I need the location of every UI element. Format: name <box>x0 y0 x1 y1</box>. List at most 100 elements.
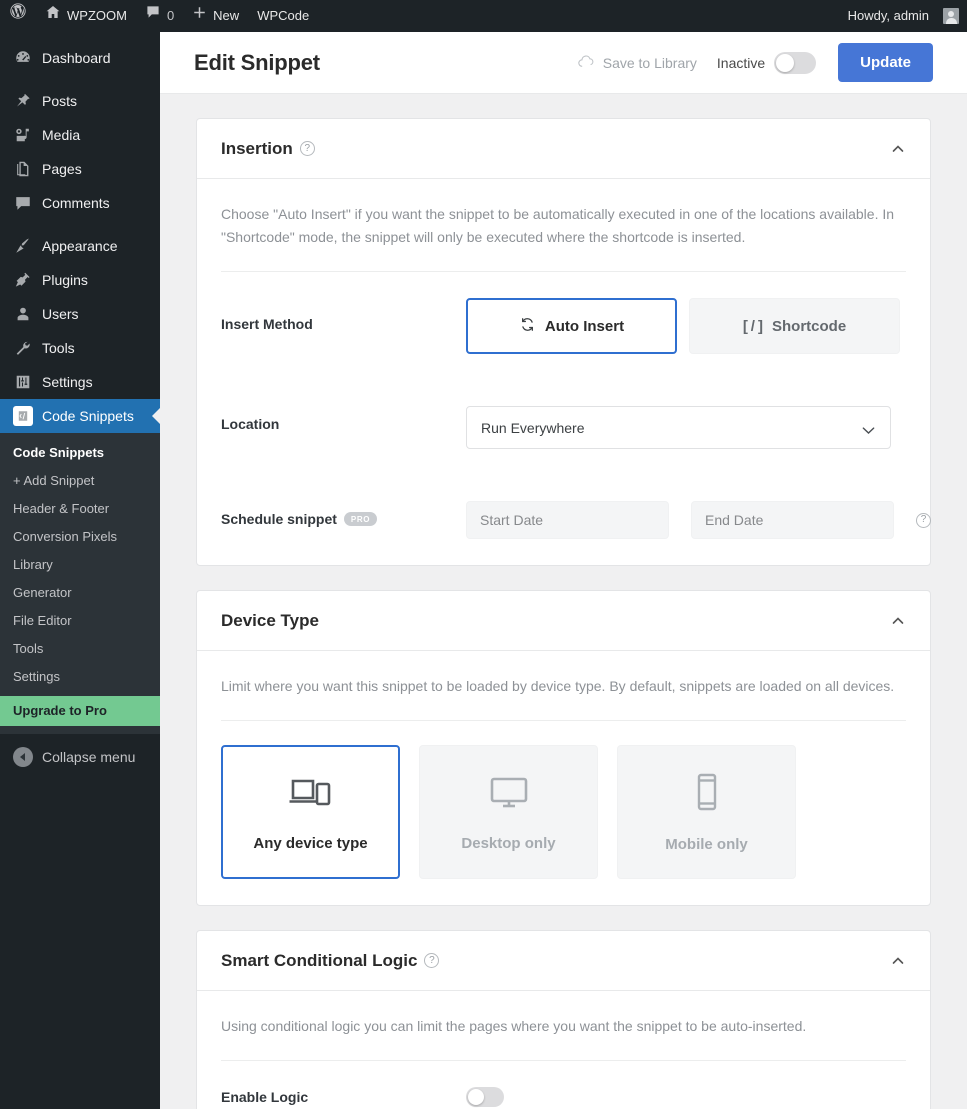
account-menu[interactable]: Howdy, admin <box>839 0 967 32</box>
enable-logic-toggle[interactable] <box>466 1087 504 1108</box>
location-selected-value: Run Everywhere <box>481 419 585 436</box>
plug-icon <box>13 270 33 290</box>
auto-insert-label: Auto Insert <box>544 317 625 335</box>
submenu-item-add-snippet[interactable]: + Add Snippet <box>0 467 160 495</box>
device-option-label: Any device type <box>253 835 368 853</box>
save-to-library-button[interactable]: Save to Library <box>578 55 697 71</box>
device-option-any[interactable]: Any device type <box>221 745 400 880</box>
sidebar-item-comments[interactable]: Comments <box>0 186 160 220</box>
end-date-input[interactable] <box>691 501 894 540</box>
page-title: Edit Snippet <box>194 49 320 75</box>
sidebar-item-users[interactable]: Users <box>0 297 160 331</box>
active-status-toggle[interactable] <box>774 51 817 74</box>
enable-logic-row: Enable Logic <box>221 1061 906 1109</box>
home-icon <box>45 0 61 32</box>
collapse-menu-label: Collapse menu <box>42 749 136 765</box>
submenu-item-header-footer[interactable]: Header & Footer <box>0 495 160 523</box>
submenu-item-tools[interactable]: Tools <box>0 635 160 663</box>
location-row: Location Run Everywhere <box>221 380 906 475</box>
schedule-snippet-label: Schedule snippet PRO <box>221 501 466 527</box>
toggle-knob <box>776 53 795 72</box>
device-type-card-header[interactable]: Device Type <box>197 591 930 652</box>
insert-method-row: Insert Method Auto Insert [ / ] Shortcod… <box>221 272 906 380</box>
main-content: Edit Snippet Save to Library Inactive Up… <box>160 32 967 1109</box>
sidebar-item-tools[interactable]: Tools <box>0 331 160 365</box>
mobile-phone-icon <box>692 771 722 818</box>
wordpress-logo-icon <box>9 0 27 32</box>
device-option-desktop[interactable]: Desktop only <box>419 745 598 880</box>
sidebar-item-dashboard[interactable]: Dashboard <box>0 41 160 75</box>
start-date-input[interactable] <box>466 501 669 540</box>
sidebar-item-appearance[interactable]: Appearance <box>0 229 160 263</box>
insertion-card-header[interactable]: Insertion ? <box>197 119 930 179</box>
submenu-item-conversion-pixels[interactable]: Conversion Pixels <box>0 523 160 551</box>
page-header: Edit Snippet Save to Library Inactive Up… <box>160 32 967 94</box>
sidebar-item-label: Dashboard <box>42 50 111 66</box>
device-option-mobile[interactable]: Mobile only <box>617 745 796 880</box>
sidebar-item-label: Users <box>42 306 79 322</box>
sidebar-item-pages[interactable]: Pages <box>0 152 160 186</box>
sidebar-item-media[interactable]: Media <box>0 118 160 152</box>
shortcode-label: Shortcode <box>771 317 847 335</box>
schedule-snippet-text: Schedule snippet <box>221 511 337 528</box>
collapse-menu-button[interactable]: Collapse menu <box>0 740 160 774</box>
pro-badge: PRO <box>343 512 378 527</box>
code-snippets-submenu: Code Snippets + Add Snippet Header & Foo… <box>0 433 160 734</box>
sidebar-item-label: Posts <box>42 93 78 109</box>
help-icon[interactable]: ? <box>299 141 315 156</box>
location-select[interactable]: Run Everywhere <box>466 406 891 450</box>
smart-conditional-logic-card-header[interactable]: Smart Conditional Logic ? <box>197 931 930 992</box>
auto-insert-option[interactable]: Auto Insert <box>466 298 677 355</box>
toggle-knob <box>468 1089 484 1106</box>
sidebar-item-label: Tools <box>42 340 75 356</box>
sidebar-item-label: Code Snippets <box>42 408 134 424</box>
sidebar-item-settings[interactable]: Settings <box>0 365 160 399</box>
status-badge: Inactive <box>716 54 766 71</box>
submenu-item-generator[interactable]: Generator <box>0 579 160 607</box>
shortcode-option[interactable]: [ / ] Shortcode <box>689 298 900 355</box>
comments-menu[interactable]: 0 <box>136 0 183 32</box>
collapse-arrow-icon <box>13 747 33 767</box>
insertion-title: Insertion <box>221 138 293 158</box>
new-label: New <box>213 8 240 23</box>
chevron-up-icon[interactable] <box>890 141 906 157</box>
menu-spacer <box>0 75 160 84</box>
wordpress-logo-menu[interactable] <box>0 0 36 32</box>
device-option-label: Mobile only <box>665 836 748 854</box>
submenu-item-file-editor[interactable]: File Editor <box>0 607 160 635</box>
device-type-card: Device Type Limit where you want this sn… <box>196 590 931 907</box>
submenu-item-library[interactable]: Library <box>0 551 160 579</box>
help-icon[interactable]: ? <box>424 953 440 969</box>
schedule-help-icon[interactable]: ? <box>916 512 931 528</box>
sidebar-item-code-snippets[interactable]: Code Snippets <box>0 399 160 433</box>
sidebar-item-posts[interactable]: Posts <box>0 84 160 118</box>
plus-icon <box>192 0 207 32</box>
comment-bubble-icon <box>145 0 161 32</box>
insert-method-group: Auto Insert [ / ] Shortcode <box>466 298 900 355</box>
submenu-item-upgrade-to-pro[interactable]: Upgrade to Pro <box>0 696 160 726</box>
insertion-description: Choose "Auto Insert" if you want the sni… <box>221 206 895 246</box>
sidebar-item-plugins[interactable]: Plugins <box>0 263 160 297</box>
shortcode-brackets-icon: [ / ] <box>742 317 763 335</box>
submenu-item-code-snippets[interactable]: Code Snippets <box>0 439 160 467</box>
comment-icon <box>13 193 33 213</box>
menu-spacer <box>0 32 160 41</box>
submenu-item-settings[interactable]: Settings <box>0 663 160 691</box>
enable-logic-label: Enable Logic <box>221 1089 309 1106</box>
chevron-up-icon[interactable] <box>890 953 906 969</box>
chevron-up-icon[interactable] <box>890 613 906 629</box>
sync-arrows-icon <box>519 316 536 337</box>
code-snippets-badge <box>13 406 33 426</box>
update-button[interactable]: Update <box>838 43 933 82</box>
wpcode-menu[interactable]: WPCode <box>248 0 318 32</box>
site-name-label: WPZOOM <box>67 8 127 23</box>
sidebar-item-label: Media <box>42 127 81 143</box>
admin-bar: WPZOOM 0 New WPCode Howdy, admin <box>0 0 967 32</box>
smart-conditional-logic-card-body: Using conditional logic you can limit th… <box>197 991 930 1109</box>
new-content-menu[interactable]: New <box>183 0 248 32</box>
device-type-card-body: Limit where you want this snippet to be … <box>197 651 930 905</box>
comments-count: 0 <box>166 8 175 23</box>
settings-icon <box>13 372 33 392</box>
site-name-menu[interactable]: WPZOOM <box>36 0 136 32</box>
insertion-card-body: Choose "Auto Insert" if you want the sni… <box>197 179 931 565</box>
